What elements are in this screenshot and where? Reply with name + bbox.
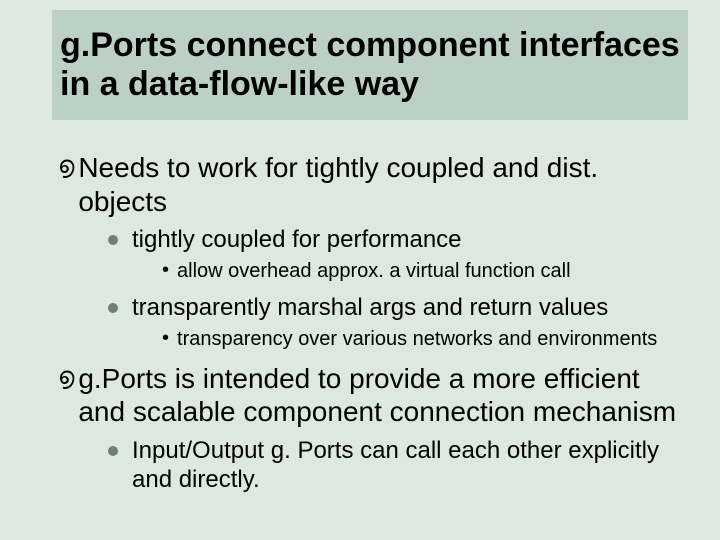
bullet-dot-icon bbox=[108, 446, 118, 456]
bullet-level1: ൭ Needs to work for tightly coupled and … bbox=[58, 151, 682, 218]
bullet-level2: Input/Output g. Ports can call each othe… bbox=[108, 437, 682, 495]
slide-body: ൭ Needs to work for tightly coupled and … bbox=[58, 145, 682, 499]
bullet-glyph-lvl3: • bbox=[162, 259, 169, 282]
bullet-level3: • allow overhead approx. a virtual funct… bbox=[162, 259, 682, 284]
slide-title: g.Ports connect component interfaces in … bbox=[52, 20, 688, 110]
bullet-glyph-lvl1: ൭ bbox=[58, 154, 74, 178]
bullet-level3: • transparency over various networks and… bbox=[162, 327, 682, 352]
bullet-level1: ൭ g.Ports is intended to provide a more … bbox=[58, 362, 682, 429]
bullet-glyph-lvl1: ൭ bbox=[58, 365, 74, 389]
bullet-text: Input/Output g. Ports can call each othe… bbox=[132, 437, 682, 495]
bullet-text: transparency over various networks and e… bbox=[177, 327, 657, 352]
title-band: g.Ports connect component interfaces in … bbox=[52, 10, 688, 120]
bullet-text: g.Ports is intended to provide a more ef… bbox=[78, 362, 682, 429]
bullet-dot-icon bbox=[108, 303, 118, 313]
bullet-text: Needs to work for tightly coupled and di… bbox=[78, 151, 682, 218]
bullet-level2: tightly coupled for performance bbox=[108, 226, 682, 255]
bullet-text: transparently marshal args and return va… bbox=[132, 294, 608, 323]
bullet-level2: transparently marshal args and return va… bbox=[108, 294, 682, 323]
bullet-text: tightly coupled for performance bbox=[132, 226, 462, 255]
bullet-text: allow overhead approx. a virtual functio… bbox=[177, 259, 571, 284]
slide: g.Ports connect component interfaces in … bbox=[0, 0, 720, 540]
bullet-glyph-lvl3: • bbox=[162, 327, 169, 350]
bullet-dot-icon bbox=[108, 235, 118, 245]
